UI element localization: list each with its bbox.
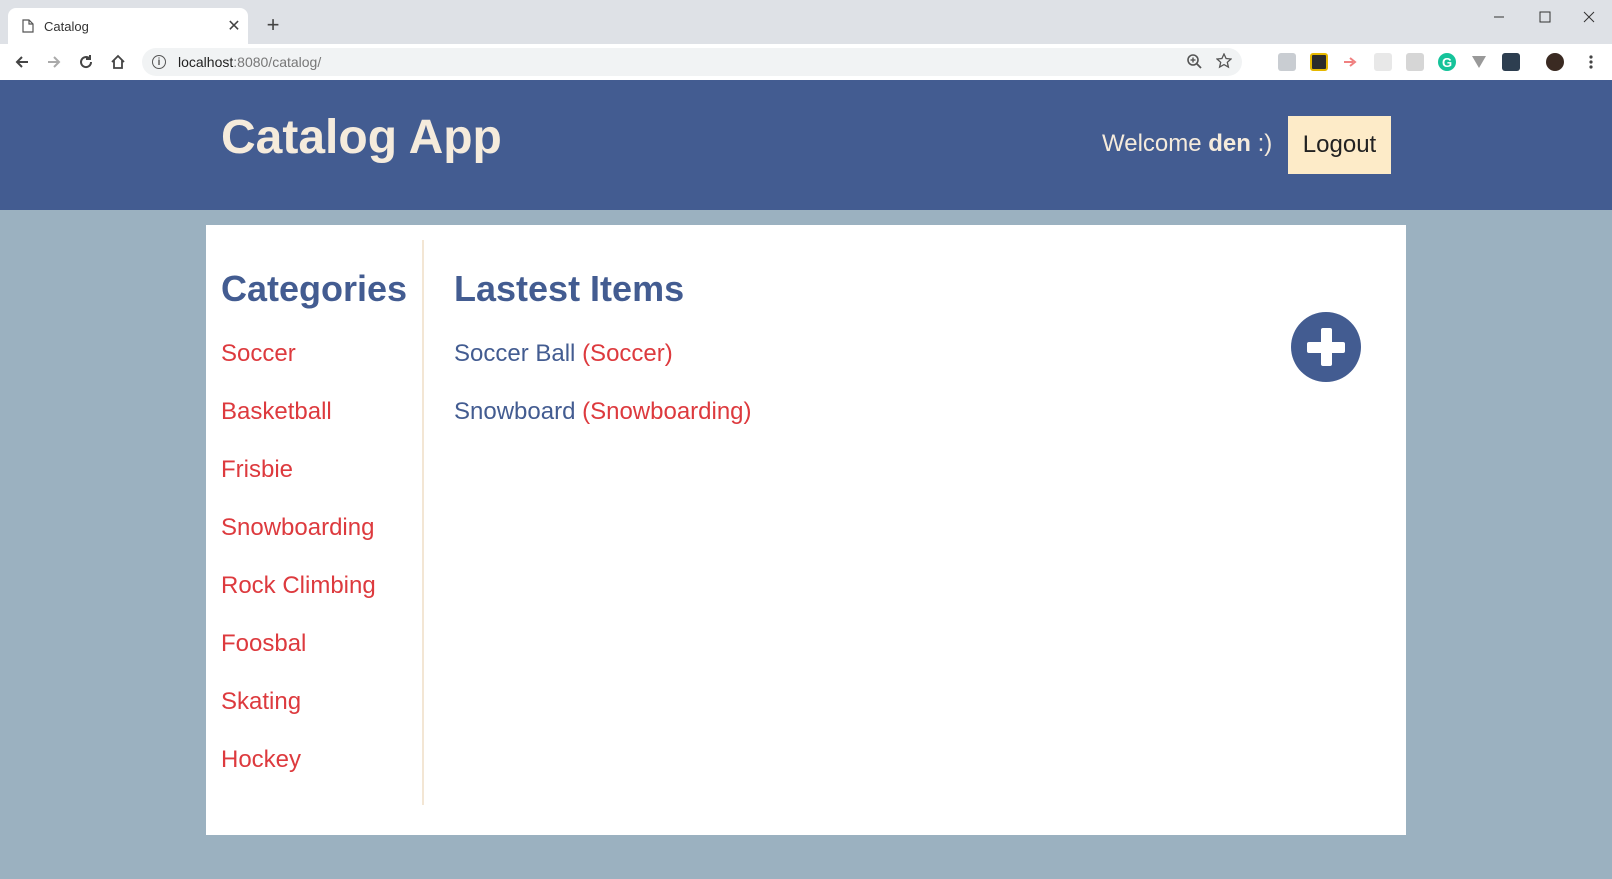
maximize-icon[interactable] [1522,4,1568,30]
forward-icon[interactable] [42,50,66,74]
extension-arrow-icon[interactable] [1342,53,1360,71]
category-link[interactable]: Rock Climbing [221,572,376,630]
url-host: localhost [178,54,234,70]
bookmark-star-icon[interactable] [1216,53,1232,69]
latest-item[interactable]: Snowboard (Snowboarding) [454,398,752,456]
minimize-icon[interactable] [1476,4,1522,30]
item-name[interactable]: Soccer Ball [454,340,575,367]
extension-check-icon[interactable] [1310,53,1328,71]
category-link[interactable]: Frisbie [221,456,376,514]
category-link[interactable]: Skating [221,688,376,746]
home-icon[interactable] [106,50,130,74]
item-name[interactable]: Snowboard [454,398,575,425]
profile-avatar-icon[interactable] [1546,53,1564,71]
app-header: Catalog App Welcome den :) Logout [0,80,1612,210]
extension-v-icon[interactable] [1470,53,1488,71]
browser-tab[interactable]: Catalog ✕ [8,8,248,44]
category-link[interactable]: Soccer [221,340,376,398]
latest-items-list: Soccer Ball (Soccer) Snowboard (Snowboard… [454,340,752,456]
address-bar[interactable]: i localhost:8080/catalog/ [142,48,1242,76]
menu-dots-icon[interactable] [1582,53,1600,71]
category-link[interactable]: Foosbal [221,630,376,688]
reload-icon[interactable] [74,50,98,74]
back-icon[interactable] [10,50,34,74]
svg-text:G: G [1442,55,1452,70]
latest-item[interactable]: Soccer Ball (Soccer) [454,340,752,398]
latest-items-title: Lastest Items [454,268,685,309]
extension-grid-icon[interactable] [1374,53,1392,71]
browser-toolbar: i localhost:8080/catalog/ G [0,44,1612,81]
close-tab-icon[interactable]: ✕ [220,16,248,36]
category-link[interactable]: Hockey [221,746,376,804]
close-window-icon[interactable] [1566,4,1612,30]
page-icon [22,19,34,33]
extension-edit-icon[interactable] [1406,53,1424,71]
welcome-message: Welcome den :) [1102,130,1272,158]
tab-title: Catalog [44,18,89,34]
welcome-prefix: Welcome [1102,130,1202,157]
plus-icon-bar [1307,342,1345,353]
browser-tab-strip: Catalog ✕ + [0,0,1612,44]
welcome-suffix: :) [1257,130,1273,157]
logout-button[interactable]: Logout [1288,116,1391,174]
category-list: Soccer Basketball Frisbie Snowboarding Rock … [221,340,376,804]
username: den [1208,130,1251,157]
grammarly-icon[interactable]: G [1438,53,1456,71]
extension-cube-icon[interactable] [1278,53,1296,71]
add-item-button[interactable] [1291,312,1361,382]
category-link[interactable]: Basketball [221,398,376,456]
zoom-icon[interactable] [1186,53,1202,69]
app-title[interactable]: Catalog App [221,110,502,165]
info-icon[interactable]: i [152,55,166,69]
categories-title: Categories [221,268,408,309]
url-text: localhost:8080/catalog/ [178,54,321,70]
item-category: (Snowboarding) [582,398,752,425]
content-card: Categories Soccer Basketball Frisbie Snowbo… [206,225,1406,835]
category-link[interactable]: Snowboarding [221,514,376,572]
new-tab-icon[interactable]: + [260,12,286,38]
extension-shield-icon[interactable] [1502,53,1520,71]
url-path: :8080/catalog/ [233,54,322,70]
item-category: (Soccer) [582,340,673,367]
